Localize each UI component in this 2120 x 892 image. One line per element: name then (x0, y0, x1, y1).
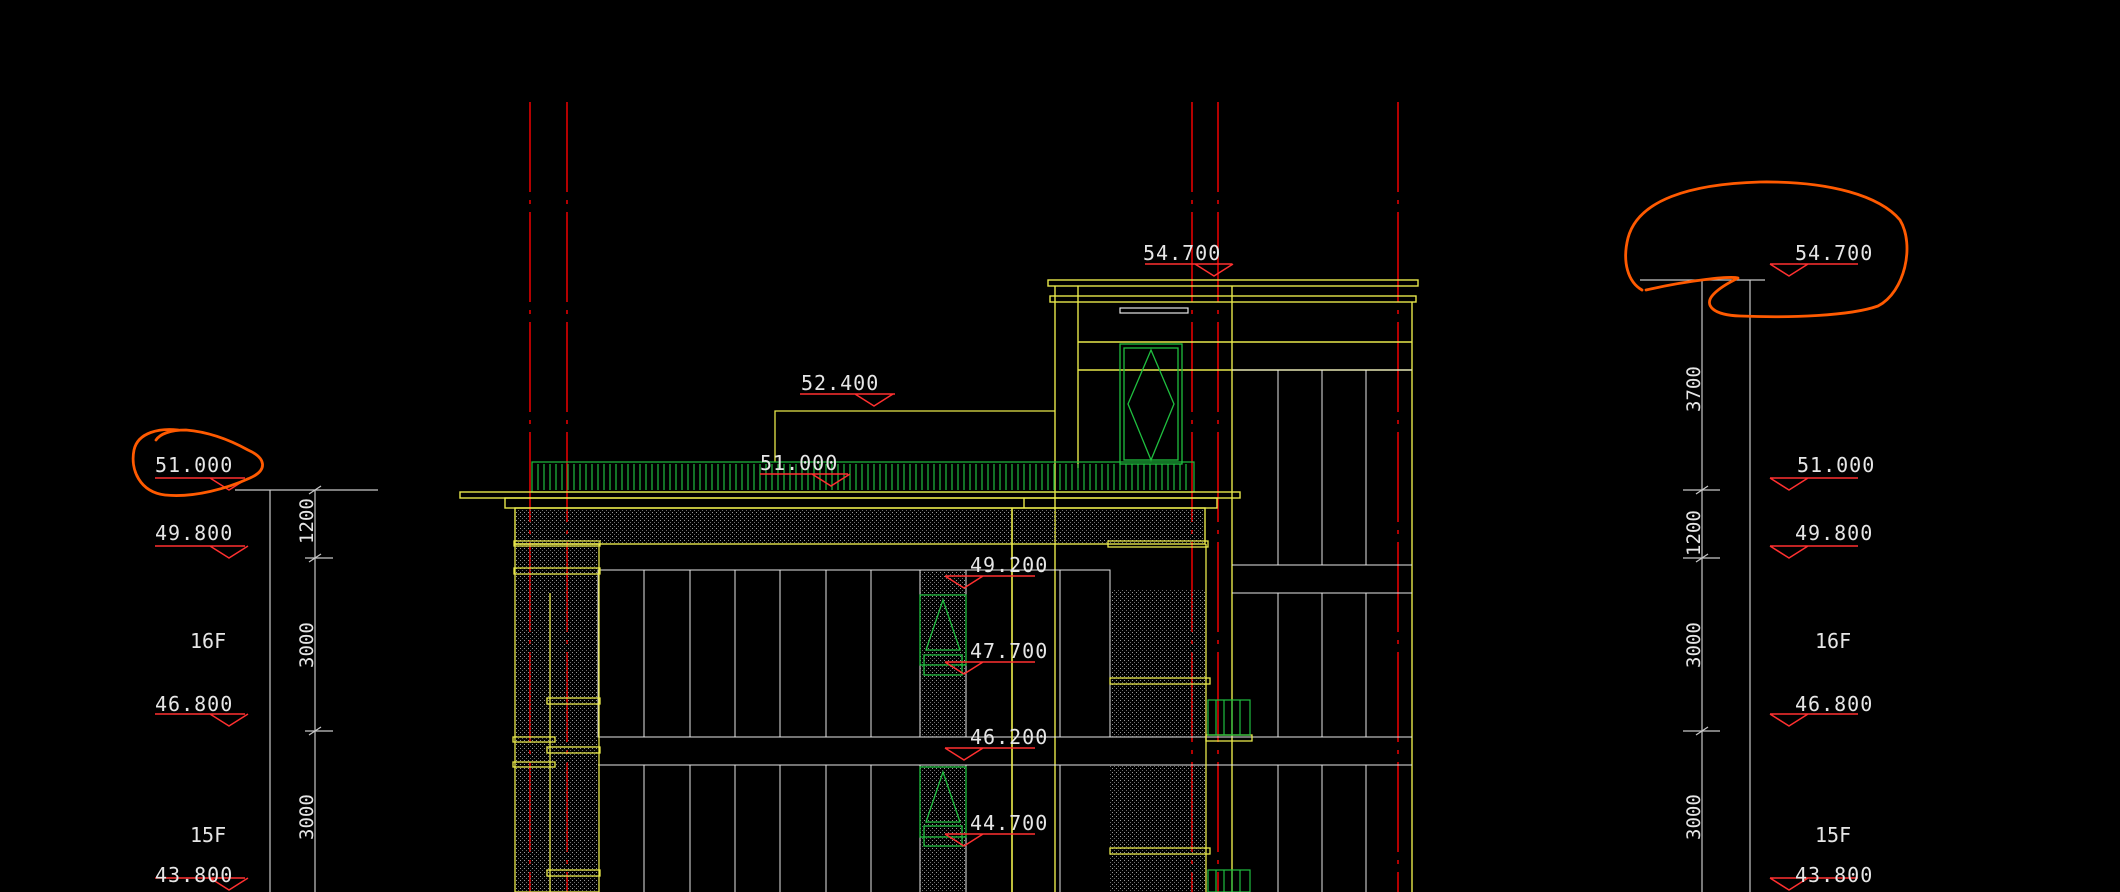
left-elevation-label: 43.800 (155, 863, 233, 887)
left-elevation-scale: 51.000 49.800 46.800 43.800 16F 15F 1200… (155, 453, 378, 892)
left-elevation-label: 46.800 (155, 692, 233, 716)
left-dimension-label: 3000 (296, 622, 318, 668)
right-dimension-label: 1200 (1683, 510, 1705, 556)
right-elevation-label: 51.000 (1797, 453, 1875, 477)
left-elevation-label: 49.800 (155, 521, 233, 545)
left-elevation-label: 51.000 (155, 453, 233, 477)
right-elevation-scale: 54.700 51.000 49.800 46.800 43.800 16F 1… (1640, 241, 1875, 892)
roof-railing (531, 461, 1195, 493)
building-elevation[interactable]: 54.700 52.400 51.000 49.200 47.700 46.20… (459, 241, 1419, 892)
right-wing-panels (1232, 369, 1412, 892)
right-elevation-label: 49.800 (1795, 521, 1873, 545)
right-dimension-label: 3000 (1683, 622, 1705, 668)
markup-annotations (131, 180, 1909, 497)
left-floor-label: 15F (190, 823, 226, 847)
right-elevation-label: 46.800 (1795, 692, 1873, 716)
building-elevation-label: 44.700 (970, 811, 1048, 835)
stair-tower (1047, 279, 1419, 892)
right-floor-label: 15F (1815, 823, 1851, 847)
right-dimension-label: 3700 (1683, 366, 1705, 412)
building-elevation-label: 46.200 (970, 725, 1048, 749)
building-elevation-label: 49.200 (970, 553, 1048, 577)
left-dimension-label: 1200 (296, 498, 318, 544)
right-dimension-label: 3000 (1683, 794, 1705, 840)
left-dimension-label: 3000 (296, 794, 318, 840)
left-column (512, 540, 601, 892)
right-elevation-label: 43.800 (1795, 863, 1873, 887)
tower-door (1119, 343, 1183, 465)
cad-drawing-canvas[interactable]: 51.000 49.800 46.800 43.800 16F 15F 1200… (0, 0, 2120, 892)
right-column (1107, 540, 1253, 892)
left-floor-label: 16F (190, 629, 226, 653)
building-elevation-label: 51.000 (760, 451, 838, 475)
building-elevation-label: 54.700 (1143, 241, 1221, 265)
right-elevation-label: 54.700 (1795, 241, 1873, 265)
vent-slot (1119, 307, 1189, 314)
building-elevation-label: 52.400 (801, 371, 879, 395)
right-floor-label: 16F (1815, 629, 1851, 653)
roof-hatch (516, 509, 1204, 543)
building-elevation-label: 47.700 (970, 639, 1048, 663)
